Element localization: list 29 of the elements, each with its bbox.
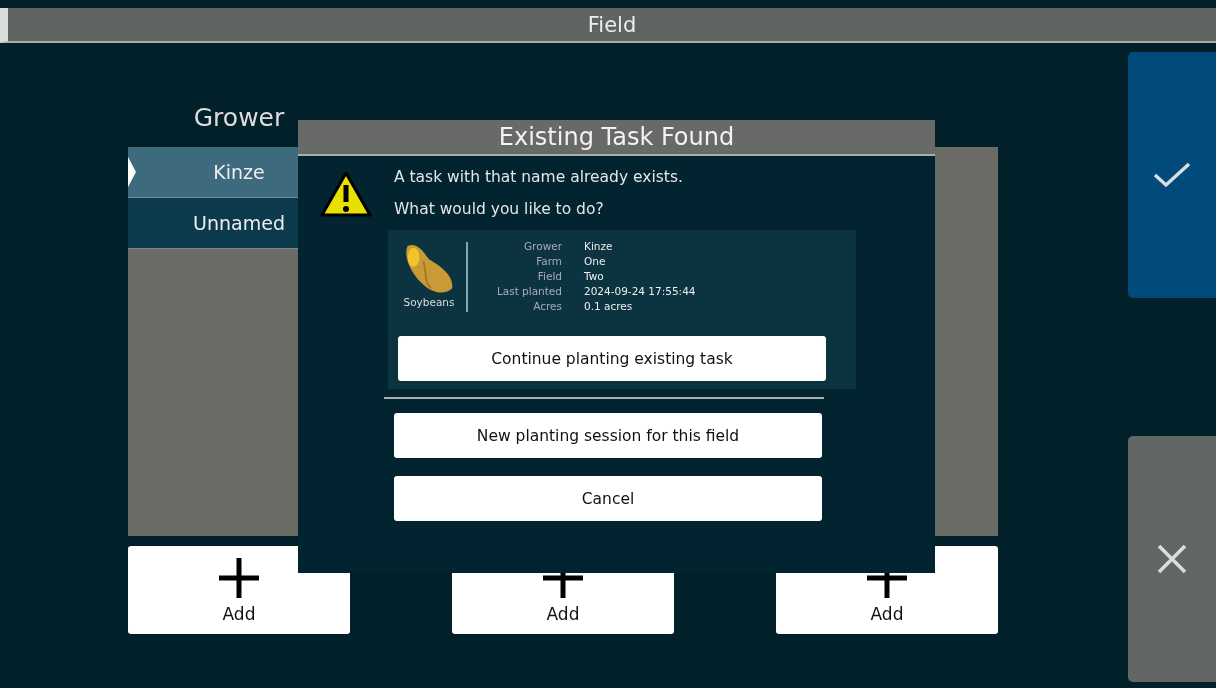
detail-label: Acres	[532, 300, 562, 312]
warning-icon	[320, 170, 372, 218]
crop-label: Soybeans	[403, 296, 455, 308]
add-button[interactable]: Add	[128, 546, 350, 634]
confirm-button[interactable]	[1128, 52, 1216, 298]
detail-label: Farm	[535, 255, 562, 267]
detail-label: Grower	[523, 240, 562, 252]
plus-icon	[217, 556, 261, 600]
checkmark-icon	[1152, 160, 1192, 190]
detail-label: Field	[536, 270, 562, 282]
close-button[interactable]	[1128, 436, 1216, 682]
detail-value: Two	[584, 270, 605, 282]
detail-value: 0.1 acres	[584, 300, 634, 312]
dialog-action-button[interactable]: New planting session for this field	[394, 413, 822, 458]
detail-value: One	[584, 255, 607, 267]
plus-icon	[865, 573, 909, 600]
close-icon	[1156, 543, 1188, 575]
dialog-question: What would you like to do?	[394, 200, 605, 218]
screen-title: Field	[587, 12, 637, 37]
continue-task-button[interactable]: Continue planting existing task	[398, 336, 826, 381]
dialog-message: A task with that name already exists.	[394, 168, 684, 186]
detail-value: Kinze	[584, 240, 614, 252]
plus-icon	[541, 573, 585, 600]
column-heading: Grower	[192, 103, 286, 134]
dialog-title: Existing Task Found	[498, 123, 735, 151]
detail-label: Last planted	[495, 285, 562, 297]
selection-pointer-icon	[128, 157, 136, 187]
detail-value: 2024-09-24 17:55:44	[584, 285, 696, 297]
dialog-action-button[interactable]: Cancel	[394, 476, 822, 521]
